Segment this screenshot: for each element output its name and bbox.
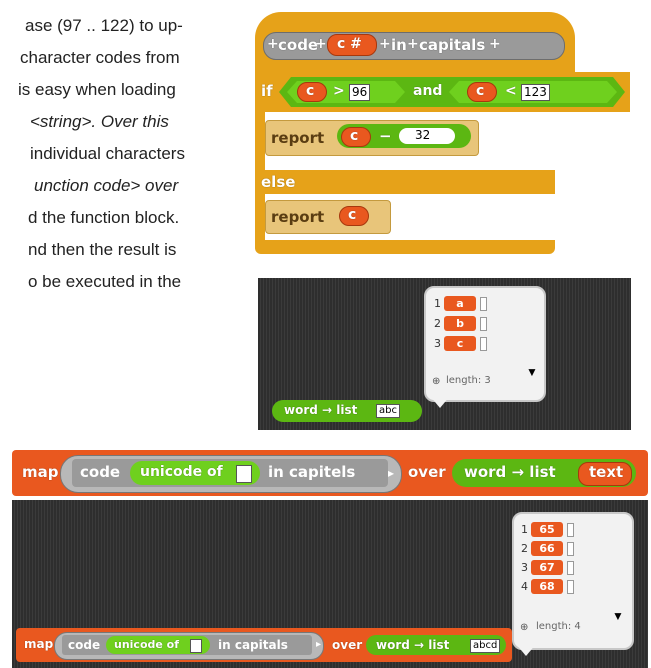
proto-plus[interactable]: + [315, 36, 327, 52]
word-to-list-label: word → list [284, 403, 358, 417]
list-index: 3 [521, 561, 528, 574]
var-text-label: text [589, 463, 624, 481]
proto-capitals: capitals [419, 36, 486, 54]
in-capitals-label: in capitals [218, 638, 288, 652]
chevron-down-icon[interactable]: ▼ [526, 365, 538, 379]
list-item-handle[interactable] [567, 561, 574, 575]
report-keyword: report [271, 129, 325, 147]
proto-plus[interactable]: + [407, 36, 419, 52]
list-item-handle[interactable] [567, 580, 574, 594]
list-watcher-tail [516, 644, 536, 656]
word-to-list-label: word → list [376, 638, 450, 652]
empty-slot[interactable] [236, 465, 252, 483]
code-label: code [68, 638, 101, 652]
param-c-number-label: c # [337, 36, 362, 52]
list-index: 1 [434, 297, 441, 310]
and-keyword: and [413, 83, 443, 99]
proto-code: code [278, 36, 319, 54]
map-keyword: map [24, 637, 54, 651]
list-item-handle[interactable] [480, 337, 487, 351]
proto-plus[interactable]: + [489, 36, 501, 52]
list-item-cell[interactable]: 65 [531, 522, 563, 537]
arrow-right-icon[interactable]: ▸ [388, 466, 394, 480]
list-item-cell[interactable]: c [444, 336, 476, 351]
word-input[interactable]: abcd [470, 639, 501, 653]
var-c-label: c [348, 207, 357, 223]
paragraph-line: o be executed in the [28, 272, 182, 291]
list-item-cell[interactable]: 67 [531, 560, 563, 575]
unicode-label: unicode of [114, 638, 180, 651]
over-keyword: over [408, 463, 446, 481]
list-item-cell[interactable]: a [444, 296, 476, 311]
paragraph-line: d the function block. [28, 208, 180, 227]
code-label: code [80, 463, 121, 481]
length-label: length: 3 [446, 375, 491, 386]
else-keyword: else [261, 173, 296, 191]
value-32-label: 32 [415, 128, 431, 142]
proto-in: in [391, 36, 407, 54]
length-label: length: 4 [536, 621, 581, 632]
word-input[interactable]: abc [376, 404, 400, 418]
paragraph-line: individual characters [30, 144, 185, 163]
value-123-slot[interactable]: 123 [521, 84, 550, 101]
list-watcher-tail [430, 396, 450, 408]
paragraph-line: nd then the result is [28, 240, 177, 259]
map-keyword: map [22, 463, 59, 481]
paragraph-line: ase (97 .. 122) to up- [25, 16, 183, 35]
list-index: 2 [434, 317, 441, 330]
list-item-cell[interactable]: 66 [531, 541, 563, 556]
plus-icon[interactable]: ⊕ [432, 376, 440, 387]
paragraph-line: character codes from [20, 48, 180, 67]
arrow-right-icon[interactable]: ▸ [316, 639, 321, 650]
else-row [255, 170, 555, 194]
gt-operator: > [333, 83, 345, 99]
proto-plus[interactable]: + [267, 36, 279, 52]
var-c-label: c [350, 128, 359, 144]
empty-slot[interactable] [190, 639, 202, 653]
paragraph-line: unction code> over [34, 176, 179, 195]
over-keyword: over [332, 638, 363, 652]
code-block-definition[interactable]: + code + c # + in + capitals + if c > 96… [255, 12, 630, 262]
list-item-cell[interactable]: 68 [531, 579, 563, 594]
list-item-handle[interactable] [567, 523, 574, 537]
unicode-label: unicode of [140, 464, 223, 480]
list-item-handle[interactable] [567, 542, 574, 556]
value-96-slot[interactable]: 96 [349, 84, 371, 101]
paragraph-line: is easy when loading [18, 80, 176, 99]
list-item-handle[interactable] [480, 317, 487, 331]
c-slot-arm [255, 194, 265, 240]
list-index: 2 [521, 542, 528, 555]
var-c-label: c [476, 83, 485, 99]
list-index: 3 [434, 337, 441, 350]
word-to-list-label: word → list [464, 463, 556, 481]
list-item-handle[interactable] [480, 297, 487, 311]
minus-operator: − [379, 127, 392, 145]
lt-operator: < [505, 83, 517, 99]
var-c-label: c [306, 83, 315, 99]
list-item-cell[interactable]: b [444, 316, 476, 331]
plus-icon[interactable]: ⊕ [520, 622, 528, 633]
block-bottom [255, 240, 555, 254]
if-keyword: if [261, 82, 273, 100]
paragraph-line: <string>. Over this [30, 112, 169, 131]
chevron-down-icon[interactable]: ▼ [612, 609, 624, 623]
report-keyword: report [271, 208, 325, 226]
in-capitels-label: in capitels [268, 463, 356, 481]
c-slot-arm [255, 112, 265, 174]
list-index: 4 [521, 580, 528, 593]
proto-plus[interactable]: + [379, 36, 391, 52]
list-index: 1 [521, 523, 528, 536]
